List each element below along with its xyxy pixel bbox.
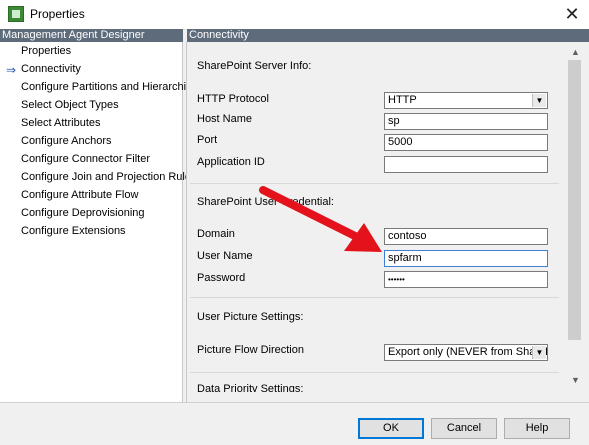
section-divider — [190, 372, 559, 373]
section-divider — [190, 297, 559, 298]
ok-button[interactable]: OK — [358, 418, 424, 439]
nav-item-extensions[interactable]: Configure Extensions — [21, 225, 126, 238]
user-name-label: User Name — [197, 250, 253, 262]
properties-app-icon — [8, 6, 24, 22]
nav-item-connector-filter[interactable]: Configure Connector Filter — [21, 153, 150, 166]
picture-flow-value: Export only (NEVER from SharePoint) — [388, 346, 547, 358]
cancel-button[interactable]: Cancel — [431, 418, 497, 439]
domain-field[interactable]: contoso — [384, 228, 548, 245]
picture-flow-select[interactable]: Export only (NEVER from SharePoint) ▼ — [384, 344, 548, 361]
dialog-footer — [0, 402, 589, 445]
app-id-label: Application ID — [197, 156, 265, 168]
nav-item-partitions[interactable]: Configure Partitions and Hierarchies — [21, 81, 198, 94]
http-protocol-value: HTTP — [388, 94, 417, 106]
left-panel-header: Management Agent Designer — [0, 29, 183, 42]
window-title: Properties — [30, 7, 85, 21]
chevron-down-icon[interactable]: ▼ — [532, 346, 546, 359]
section-divider — [190, 183, 559, 184]
nav-item-object-types[interactable]: Select Object Types — [21, 99, 119, 112]
host-name-field[interactable]: sp — [384, 113, 548, 130]
chevron-down-icon[interactable]: ▼ — [532, 94, 546, 107]
nav-item-attributes[interactable]: Select Attributes — [21, 117, 101, 130]
designer-nav: ⇒ Properties Connectivity Configure Part… — [0, 42, 198, 402]
server-info-title: SharePoint Server Info: — [197, 60, 312, 72]
port-label: Port — [197, 134, 218, 146]
picture-settings-title: User Picture Settings: — [197, 311, 304, 323]
nav-item-join-projection[interactable]: Configure Join and Projection Rules — [21, 171, 197, 184]
scroll-thumb[interactable] — [568, 60, 581, 340]
password-field[interactable]: •••••• — [384, 271, 548, 288]
scroll-down-icon[interactable]: ▼ — [567, 372, 584, 388]
data-priority-title: Data Priority Settings: — [197, 383, 304, 392]
domain-label: Domain — [197, 228, 235, 240]
http-protocol-select[interactable]: HTTP ▼ — [384, 92, 548, 109]
credential-title: SharePoint User Credential: — [197, 196, 334, 208]
scroll-up-icon[interactable]: ▲ — [567, 44, 584, 60]
selected-arrow-icon: ⇒ — [6, 63, 17, 77]
nav-item-attribute-flow[interactable]: Configure Attribute Flow — [21, 189, 138, 202]
host-name-label: Host Name — [197, 113, 253, 125]
close-icon[interactable]: ✕ — [560, 3, 584, 25]
nav-item-anchors[interactable]: Configure Anchors — [21, 135, 112, 148]
nav-item-deprovisioning[interactable]: Configure Deprovisioning — [21, 207, 145, 220]
http-protocol-label: HTTP Protocol — [197, 93, 269, 105]
title-bar — [0, 0, 589, 30]
port-field[interactable]: 5000 — [384, 134, 548, 151]
user-name-field[interactable]: spfarm — [384, 250, 548, 267]
picture-flow-label: Picture Flow Direction — [197, 344, 304, 356]
password-label: Password — [197, 272, 246, 284]
nav-item-properties[interactable]: Properties — [21, 45, 71, 58]
right-panel-header: Connectivity — [187, 29, 589, 42]
app-id-field[interactable] — [384, 156, 548, 173]
nav-item-connectivity[interactable]: Connectivity — [21, 63, 81, 76]
help-button[interactable]: Help — [504, 418, 570, 439]
